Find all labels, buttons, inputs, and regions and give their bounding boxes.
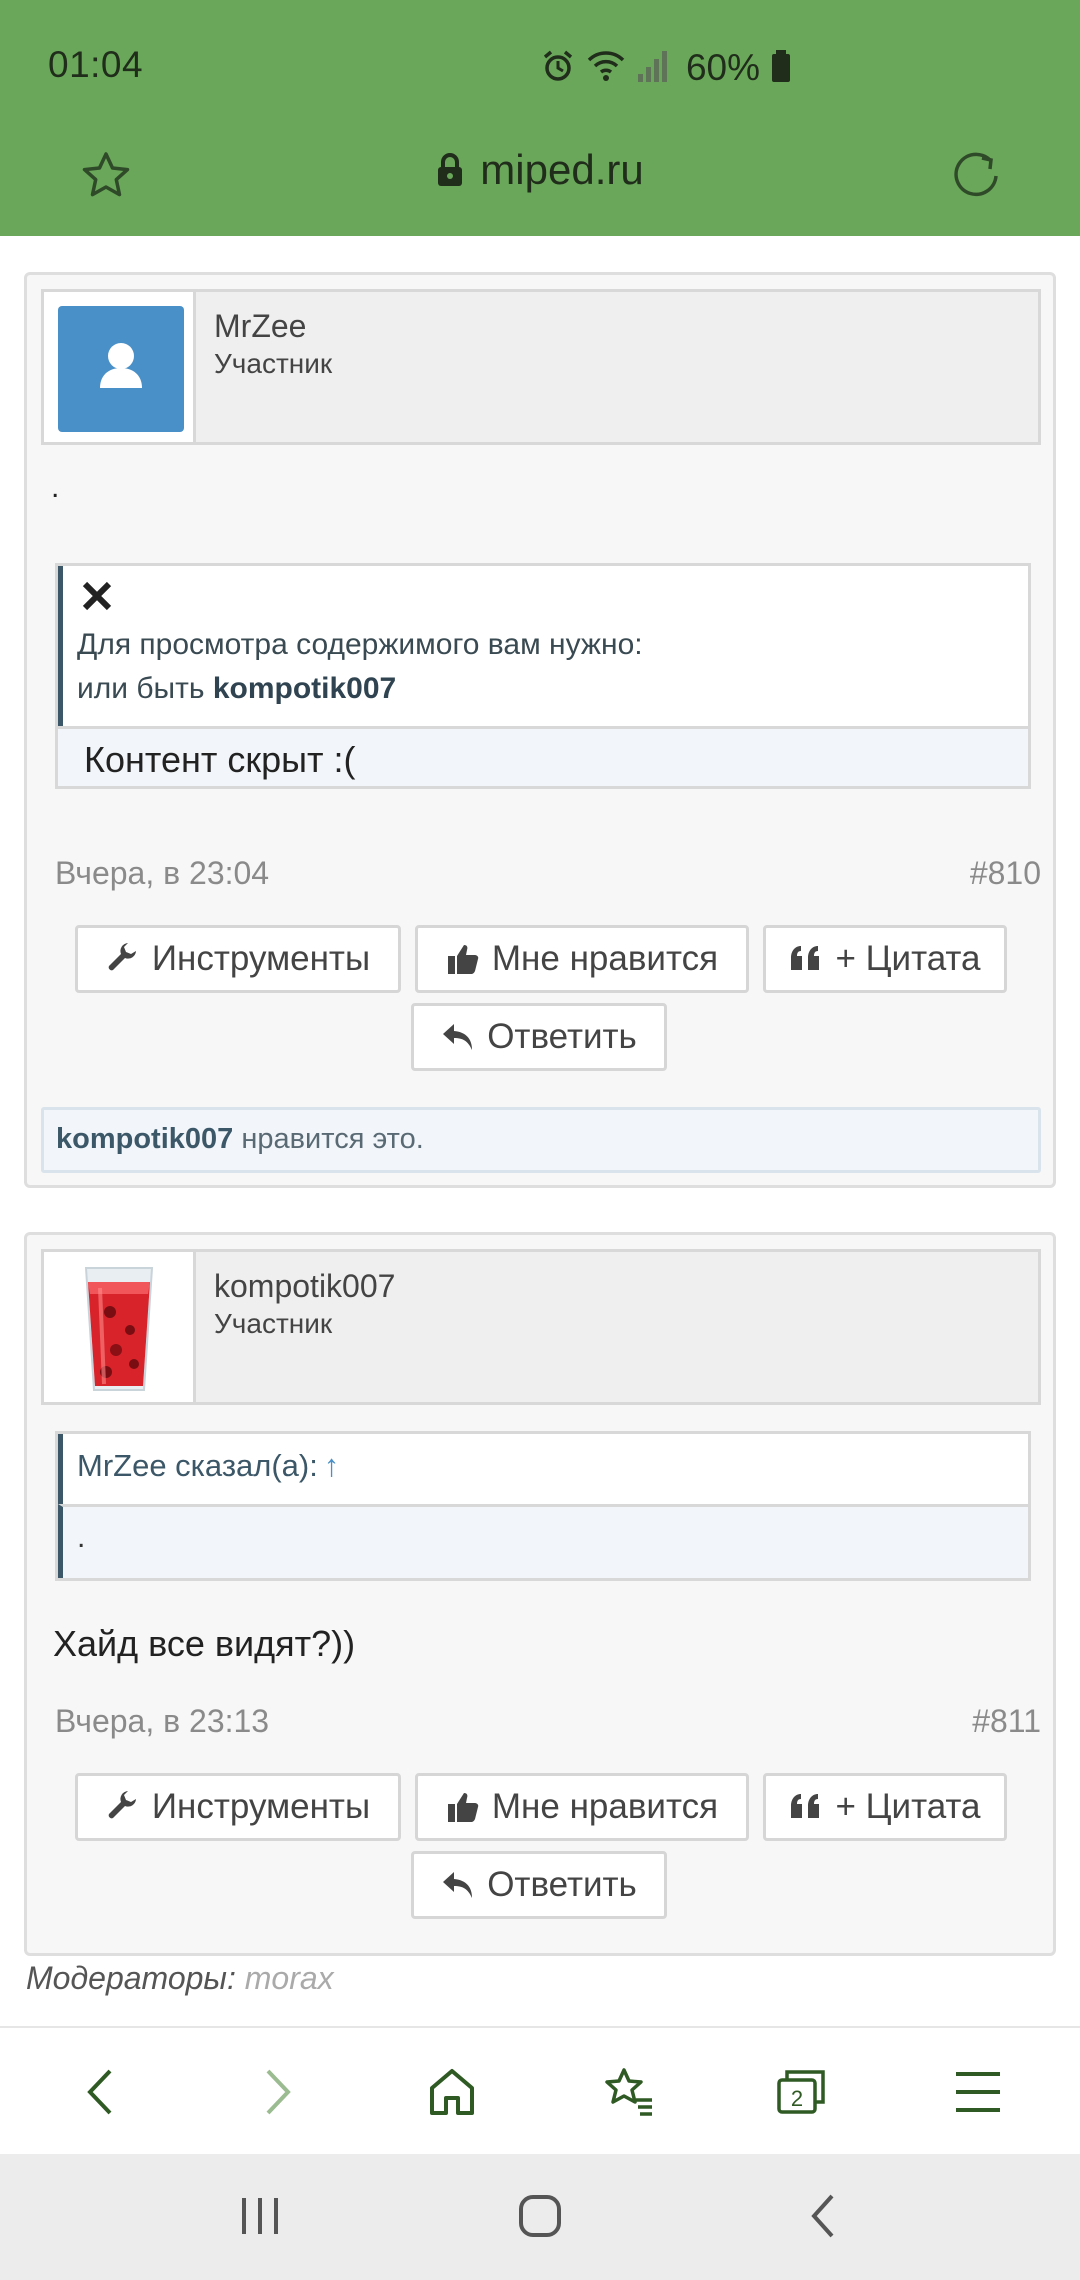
- author-role: Участник: [214, 1308, 333, 1339]
- tabs-icon[interactable]: 2: [772, 2062, 832, 2122]
- quote-text: .: [58, 1504, 1028, 1578]
- status-icons: 60%: [540, 46, 792, 90]
- author-box: kompotik007 Участник: [41, 1249, 1041, 1405]
- signal-icon: [636, 48, 670, 89]
- quote-button[interactable]: + Цитата: [763, 925, 1007, 993]
- hidden-requirement-user: или быть kompotik007: [77, 672, 397, 705]
- system-navigation-bar: [0, 2154, 1080, 2280]
- wrench-icon: [108, 1791, 136, 1819]
- lock-icon: [436, 150, 464, 198]
- forward-arrow-icon[interactable]: [246, 2062, 306, 2122]
- post-811: kompotik007 Участник MrZee сказал(а): ↑ .…: [24, 1232, 1056, 1956]
- system-back-icon[interactable]: [792, 2184, 856, 2248]
- moderators-line: Модераторы: morax: [26, 1960, 334, 1996]
- quote-icon: [791, 946, 820, 970]
- tools-button[interactable]: Инструменты: [75, 1773, 401, 1841]
- post-number[interactable]: #811: [972, 1703, 1041, 1740]
- hidden-content-box: Для просмотра содержимого вам нужно: или…: [55, 563, 1031, 789]
- battery-icon: [770, 48, 792, 89]
- battery-percent: 60%: [685, 47, 760, 88]
- reply-button[interactable]: Ответить: [411, 1003, 667, 1071]
- post-810: MrZee Участник . Для просмотра содержимо…: [24, 272, 1056, 1188]
- back-arrow-icon[interactable]: [72, 2062, 132, 2122]
- reload-icon[interactable]: [948, 146, 1004, 202]
- post-text: Хайд все видят?)): [53, 1623, 356, 1664]
- wifi-icon: [586, 48, 626, 89]
- quote-button[interactable]: + Цитата: [763, 1773, 1007, 1841]
- recent-apps-icon[interactable]: [228, 2184, 292, 2248]
- status-time: 01:04: [48, 44, 144, 85]
- required-user-link[interactable]: kompotik007: [213, 672, 396, 705]
- likes-summary: kompotik007 нравится это.: [41, 1107, 1041, 1173]
- reply-icon: [443, 1024, 473, 1050]
- author-box: MrZee Участник: [41, 289, 1041, 445]
- quote-icon: [791, 1794, 820, 1818]
- like-button[interactable]: Мне нравится: [415, 925, 749, 993]
- alarm-icon: [540, 48, 576, 89]
- wrench-icon: [108, 943, 136, 971]
- avatar[interactable]: [44, 1252, 196, 1402]
- tools-button[interactable]: Инструменты: [75, 925, 401, 993]
- post-text: .: [51, 471, 60, 504]
- hidden-content-text: Контент скрыт :(: [84, 739, 356, 780]
- drink-glass-avatar: [84, 1267, 154, 1391]
- menu-icon[interactable]: [948, 2062, 1008, 2122]
- user-icon: [100, 343, 142, 388]
- quote-author: MrZee сказал(а):: [77, 1448, 318, 1483]
- reply-button[interactable]: Ответить: [411, 1851, 667, 1919]
- post-date[interactable]: Вчера, в 23:04: [55, 855, 269, 892]
- thumbs-up-icon: [447, 1793, 479, 1822]
- browser-top-bar: 01:04 60% miped.ru: [0, 0, 1080, 236]
- quote-jump-arrow-icon[interactable]: ↑: [324, 1448, 340, 1483]
- address-bar[interactable]: miped.ru: [0, 146, 1080, 198]
- post-date[interactable]: Вчера, в 23:13: [55, 1703, 269, 1740]
- quote-block: MrZee сказал(а): ↑ .: [55, 1431, 1031, 1581]
- author-role: Участник: [214, 348, 333, 379]
- hidden-requirement-text: Для просмотра содержимого вам нужно:: [77, 628, 643, 661]
- url-text: miped.ru: [480, 146, 644, 193]
- author-name[interactable]: kompotik007: [214, 1268, 395, 1305]
- author-name[interactable]: MrZee: [214, 308, 306, 345]
- home-button-icon[interactable]: [508, 2184, 572, 2248]
- home-icon[interactable]: [422, 2062, 482, 2122]
- like-button[interactable]: Мне нравится: [415, 1773, 749, 1841]
- bookmarks-icon[interactable]: [598, 2062, 658, 2122]
- browser-bottom-bar: 2: [0, 2026, 1080, 2154]
- thumbs-up-icon: [447, 945, 479, 974]
- moderator-link[interactable]: morax: [245, 1960, 334, 1996]
- reply-icon: [443, 1872, 473, 1898]
- close-icon: [77, 576, 117, 621]
- post-number[interactable]: #810: [970, 855, 1041, 892]
- liker-link[interactable]: kompotik007: [56, 1123, 233, 1155]
- svg-text:2: 2: [791, 2086, 803, 2111]
- avatar[interactable]: [44, 292, 196, 442]
